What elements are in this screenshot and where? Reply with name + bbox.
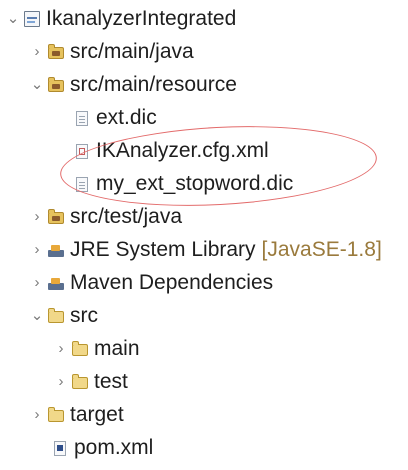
expand-arrow-icon[interactable]: › <box>30 267 44 299</box>
expand-arrow-icon[interactable]: › <box>54 333 68 365</box>
tree-item-label: src/main/java <box>70 40 194 63</box>
tree-item-label: IKAnalyzer.cfg.xml <box>96 139 269 162</box>
tree-item-my-ext-stopword-dic[interactable]: my_ext_stopword.dic <box>74 168 293 200</box>
source-folder-icon <box>48 209 64 224</box>
library-icon <box>48 277 64 291</box>
tree-item-label: target <box>70 403 124 426</box>
project-icon <box>24 11 40 27</box>
folder-icon <box>48 407 64 422</box>
tree-item-label: Maven Dependencies <box>70 271 274 294</box>
tree-item-label: test <box>94 370 128 393</box>
tree-item-label: my_ext_stopword.dic <box>96 172 294 195</box>
tree-item-label: JRE System Library <box>70 238 256 261</box>
tree-item-pom-xml[interactable]: pom.xml <box>52 432 153 464</box>
tree-item-label: IkanalyzerIntegrated <box>46 7 237 30</box>
tree-item-src-test-java[interactable]: › src/test/java <box>30 201 183 233</box>
folder-icon <box>72 341 88 356</box>
expand-arrow-icon[interactable]: › <box>30 234 44 266</box>
tree-item-ext-dic[interactable]: ext.dic <box>74 102 157 134</box>
tree-item-jre-system-library[interactable]: › JRE System Library [JavaSE-1.8] <box>30 234 382 266</box>
tree-item-main[interactable]: › main <box>54 333 140 365</box>
tree-item-label: ext.dic <box>96 106 157 129</box>
expand-arrow-icon[interactable]: › <box>30 36 44 68</box>
collapse-arrow-icon[interactable]: ⌄ <box>6 3 20 35</box>
maven-pom-file-icon <box>54 440 66 456</box>
tree-item-src-main-java[interactable]: › src/main/java <box>30 36 194 68</box>
xml-file-icon <box>76 143 88 159</box>
tree-item-label: src/main/resource <box>70 73 237 96</box>
folder-icon <box>48 308 64 323</box>
expand-arrow-icon[interactable]: › <box>54 366 68 398</box>
jre-version-decoration: [JavaSE-1.8] <box>261 238 382 261</box>
folder-icon <box>72 374 88 389</box>
tree-item-project[interactable]: ⌄ IkanalyzerIntegrated <box>6 3 237 35</box>
tree-item-label: pom.xml <box>74 436 154 459</box>
tree-item-src-main-resource[interactable]: ⌄ src/main/resource <box>30 69 237 101</box>
tree-item-label: main <box>94 337 140 360</box>
expand-arrow-icon[interactable]: › <box>30 399 44 431</box>
tree-item-label: src/test/java <box>70 205 183 228</box>
text-file-icon <box>76 110 88 126</box>
tree-item-ikanalyzer-cfg-xml[interactable]: IKAnalyzer.cfg.xml <box>74 135 269 167</box>
collapse-arrow-icon[interactable]: ⌄ <box>30 69 44 101</box>
library-icon <box>48 244 64 258</box>
text-file-icon <box>76 176 88 192</box>
source-folder-icon <box>48 77 64 92</box>
collapse-arrow-icon[interactable]: ⌄ <box>30 300 44 332</box>
tree-item-label: src <box>70 304 98 327</box>
tree-item-target[interactable]: › target <box>30 399 124 431</box>
expand-arrow-icon[interactable]: › <box>30 201 44 233</box>
package-explorer-tree: ⌄ IkanalyzerIntegrated › src/main/java ⌄… <box>0 0 408 470</box>
source-folder-icon <box>48 44 64 59</box>
tree-item-src[interactable]: ⌄ src <box>30 300 98 332</box>
tree-item-maven-dependencies[interactable]: › Maven Dependencies <box>30 267 274 299</box>
tree-item-test[interactable]: › test <box>54 366 128 398</box>
